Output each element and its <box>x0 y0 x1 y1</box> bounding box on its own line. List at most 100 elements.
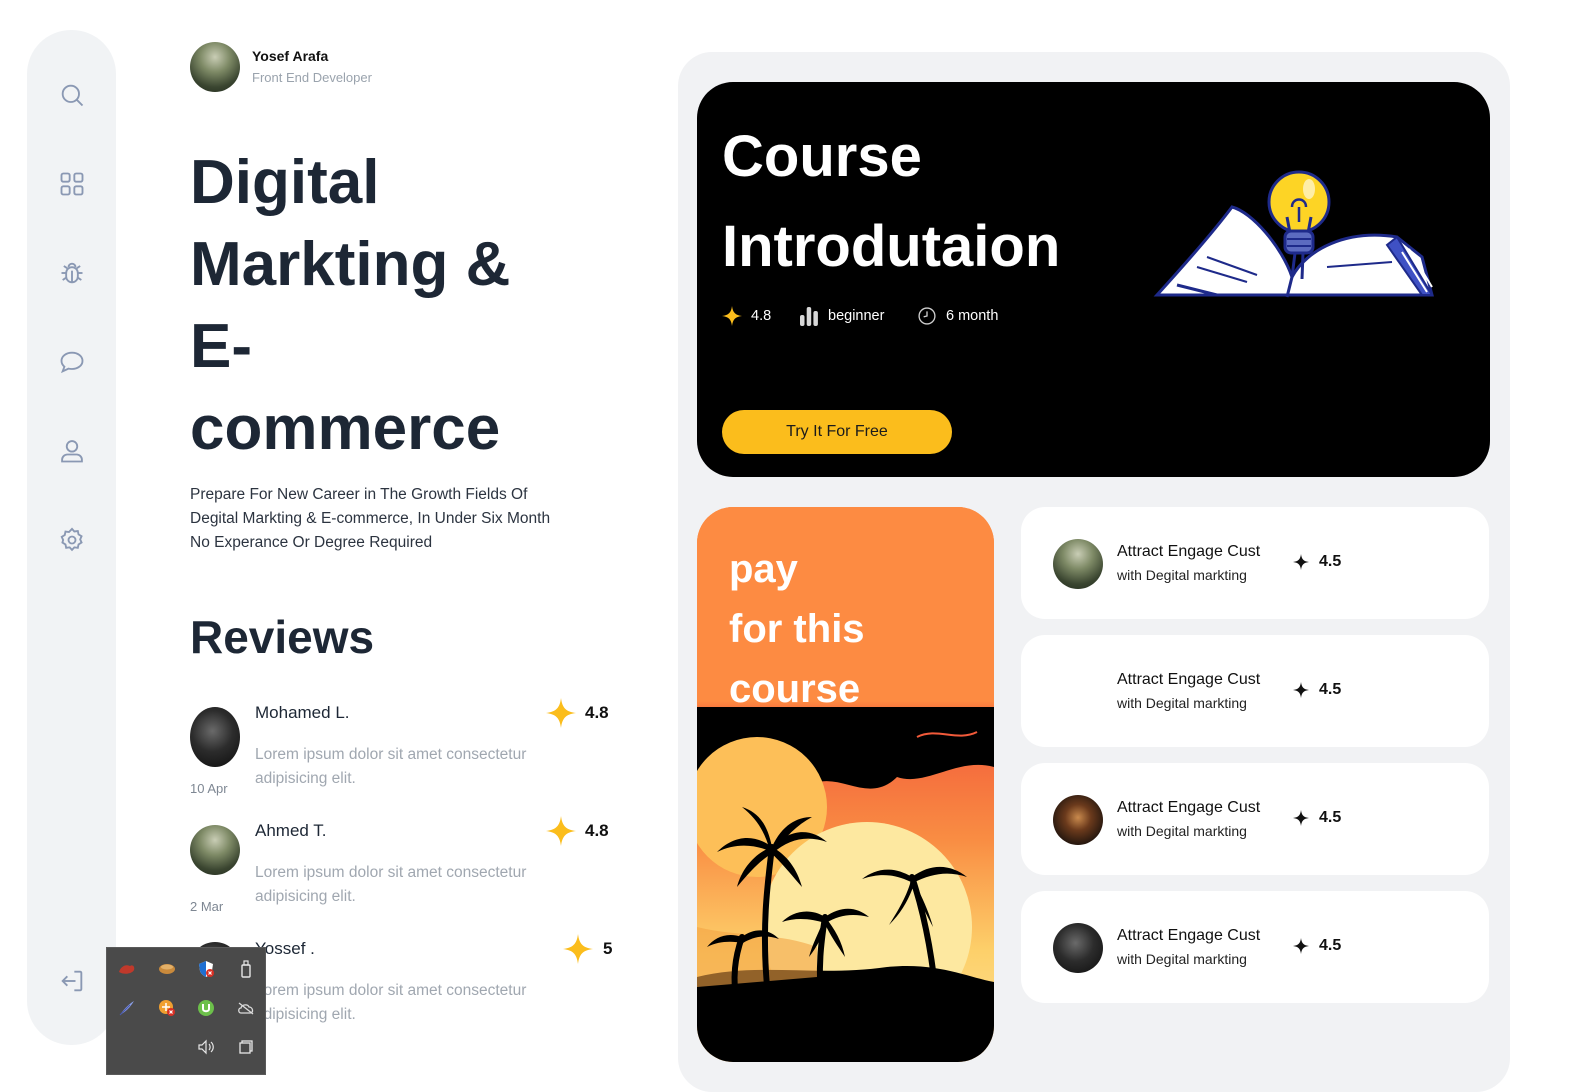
review-date: 2 Mar <box>190 899 224 914</box>
course-mini-card[interactable]: Attract Engage Cust with Degital marktin… <box>1021 635 1489 747</box>
search-icon[interactable] <box>56 79 88 111</box>
volume-icon[interactable] <box>195 1036 217 1058</box>
mini-card-title: Attract Engage Cust <box>1117 671 1261 688</box>
user-name: Yosef Arafa <box>252 48 329 64</box>
bar-chart-icon <box>800 307 818 326</box>
sidebar <box>27 30 116 1045</box>
review-text: Lorem ipsum dolor sit amet consectetur a… <box>255 861 585 909</box>
avatar <box>190 825 240 875</box>
course-title-line: Course <box>722 124 922 189</box>
review-line: Lorem ipsum dolor sit amet consectetur <box>255 864 527 881</box>
course-card: Course Introdutaion 4.8 beginner 6 month… <box>697 82 1490 477</box>
pay-for-course-card[interactable]: pay for this course <box>697 507 994 1062</box>
rating: 4.5 <box>1293 809 1341 827</box>
rating-score: 4.5 <box>1319 553 1342 570</box>
course-mini-card[interactable]: Attract Engage Cust with Degital marktin… <box>1021 507 1489 619</box>
rating: 4.5 <box>1293 937 1341 955</box>
pay-line: for this <box>729 607 865 651</box>
review-line: adipisicing elit. <box>255 888 356 905</box>
rating-score: 4.8 <box>585 703 609 722</box>
user-icon[interactable] <box>56 435 88 467</box>
star-icon <box>1293 810 1309 826</box>
review-line: Lorem ipsum dolor sit amet consectetur <box>255 746 527 763</box>
rating-score: 4.8 <box>585 821 609 840</box>
star-icon <box>546 816 576 846</box>
star-icon <box>1293 938 1309 954</box>
app-bread-icon[interactable] <box>156 958 178 980</box>
mini-card-title: Attract Engage Cust <box>1117 799 1261 816</box>
book-lightbulb-illustration <box>1153 170 1434 298</box>
review-line: Lorem ipsum dolor sit amet consectetur <box>255 982 527 999</box>
rating: 4.5 <box>1293 681 1341 699</box>
course-rating: 4.8 <box>722 306 771 326</box>
mini-card-title: Attract Engage Cust <box>1117 543 1261 560</box>
rating: 4.5 <box>1293 553 1341 571</box>
star-icon <box>563 934 593 964</box>
review-line: adipisicing elit. <box>255 1006 356 1023</box>
avatar <box>190 707 240 767</box>
desc-line: Prepare For New Career in The Growth Fie… <box>190 486 528 503</box>
review-text: Lorem ipsum dolor sit amet consectetur a… <box>255 979 585 1027</box>
course-title: Course Introdutaion <box>722 112 1060 292</box>
course-duration: 6 month <box>917 306 998 326</box>
mini-card-subtitle: with Degital markting <box>1117 951 1247 967</box>
course-title-line: Introdutaion <box>722 214 1061 279</box>
pay-line: pay <box>729 547 798 591</box>
grid-icon[interactable] <box>56 168 88 200</box>
course-rating-value: 4.8 <box>751 308 772 324</box>
review-date: 10 Apr <box>190 781 228 796</box>
rating: 4.8 <box>546 698 609 728</box>
course-mini-card[interactable]: Attract Engage Cust with Degital marktin… <box>1021 891 1489 1003</box>
desc-line: Degital Markting & E-commerce, In Under … <box>190 510 551 527</box>
app-red-icon[interactable] <box>116 958 138 980</box>
course-level-value: beginner <box>828 308 885 324</box>
star-icon <box>546 698 576 728</box>
rating-score: 4.5 <box>1319 681 1342 698</box>
hero-description: Prepare For New Career in The Growth Fie… <box>190 483 610 555</box>
avatar <box>1053 667 1103 717</box>
pay-card-text: pay for this course <box>729 539 979 719</box>
mini-card-subtitle: with Degital markting <box>1117 823 1247 839</box>
chat-icon[interactable] <box>56 346 88 378</box>
avatar <box>1053 539 1103 589</box>
gear-icon[interactable] <box>56 524 88 556</box>
course-duration-value: 6 month <box>946 308 999 324</box>
mini-card-title: Attract Engage Cust <box>1117 927 1261 944</box>
page-title: Digital Markting & E- commerce <box>190 142 610 470</box>
avatar[interactable] <box>190 42 240 92</box>
user-role: Front End Developer <box>252 70 372 85</box>
pay-line: course <box>729 667 861 711</box>
avatar <box>1053 795 1103 845</box>
star-icon <box>1293 554 1309 570</box>
rating: 5 <box>563 934 612 964</box>
avatar <box>1053 923 1103 973</box>
shield-icon[interactable] <box>195 958 217 980</box>
rating: 4.8 <box>546 816 609 846</box>
reviewer-name: Mohamed L. <box>255 703 350 722</box>
network-icon[interactable] <box>156 997 178 1019</box>
star-icon <box>722 306 742 326</box>
course-level: beginner <box>799 306 884 326</box>
logout-icon[interactable] <box>56 965 88 997</box>
mini-card-subtitle: with Degital markting <box>1117 567 1247 583</box>
windows-icon[interactable] <box>235 1036 257 1058</box>
reviews-heading: Reviews <box>190 611 375 663</box>
course-mini-card[interactable]: Attract Engage Cust with Degital marktin… <box>1021 763 1489 875</box>
review-text: Lorem ipsum dolor sit amet consectetur a… <box>255 743 585 791</box>
torrent-icon[interactable] <box>195 997 217 1019</box>
title-line: Markting & <box>190 230 511 299</box>
review-line: adipisicing elit. <box>255 770 356 787</box>
reviewer-name: Ahmed T. <box>255 821 327 840</box>
rating-score: 5 <box>603 939 613 958</box>
try-for-free-button[interactable]: Try It For Free <box>722 410 952 454</box>
rating-score: 4.5 <box>1319 937 1342 954</box>
bug-icon[interactable] <box>56 257 88 289</box>
title-line: E- <box>190 312 252 381</box>
mini-card-subtitle: with Degital markting <box>1117 695 1247 711</box>
title-line: Digital <box>190 148 380 217</box>
system-tray-overflow <box>106 947 266 1075</box>
usb-icon[interactable] <box>235 958 257 980</box>
feather-icon[interactable] <box>116 997 138 1019</box>
cloud-off-icon[interactable] <box>235 997 257 1019</box>
desc-line: No Experance Or Degree Required <box>190 534 433 551</box>
